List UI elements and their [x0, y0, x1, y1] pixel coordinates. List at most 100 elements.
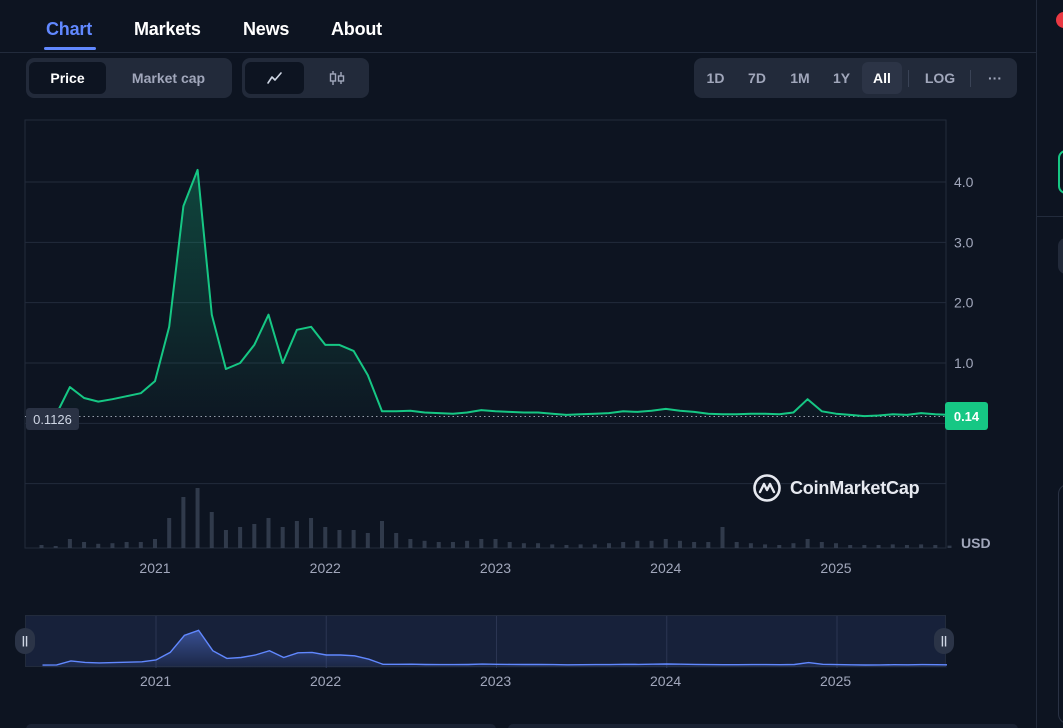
- price-point: [367, 374, 369, 376]
- volume-bar: [422, 540, 427, 548]
- volume-bar: [777, 545, 782, 548]
- volume-bar: [96, 543, 101, 548]
- price-point: [537, 411, 539, 414]
- price-point: [750, 412, 752, 415]
- volume-bar: [309, 518, 314, 548]
- x-tick-label: 2021: [139, 560, 170, 576]
- price-point: [324, 344, 327, 346]
- volume-bar: [39, 545, 44, 548]
- price-point: [352, 350, 355, 352]
- volume-bar: [578, 544, 583, 548]
- price-point: [636, 411, 639, 413]
- volume-bar: [252, 524, 257, 548]
- volume-bar: [848, 545, 853, 548]
- range-all-button[interactable]: All: [862, 62, 902, 94]
- volume-bar: [521, 543, 526, 548]
- price-point: [409, 409, 412, 412]
- volume-bar: [209, 512, 214, 548]
- price-chart[interactable]: 1.0 2.0 3.0 4.0 2021 2022 2023 2024 2025: [0, 100, 1036, 600]
- volume-bar: [238, 527, 243, 548]
- volume-bar: [380, 521, 384, 548]
- navigator-right-handle[interactable]: ||: [934, 628, 954, 654]
- line-chart-button[interactable]: [245, 62, 304, 94]
- avatar[interactable]: [1056, 12, 1063, 28]
- price-point: [849, 414, 851, 416]
- price-point: [565, 414, 568, 416]
- price-point: [920, 412, 922, 414]
- volume-bar: [280, 527, 285, 548]
- price-button[interactable]: Price: [29, 62, 106, 94]
- panel-card: [1058, 484, 1063, 724]
- volume-bar: [195, 488, 200, 548]
- range-7d-button[interactable]: 7D: [739, 62, 775, 94]
- volume-bar: [351, 530, 356, 548]
- volume-bar: [436, 542, 441, 548]
- panel-button[interactable]: [1058, 150, 1063, 194]
- y-tick-label: 4.0: [954, 174, 974, 190]
- tab-news[interactable]: News: [243, 19, 289, 40]
- range-1y-button[interactable]: 1Y: [825, 62, 858, 94]
- line-chart-icon: [266, 72, 282, 84]
- volume-bar: [181, 497, 186, 548]
- volume-bar: [720, 527, 725, 548]
- volume-bar: [138, 542, 143, 548]
- active-tab-indicator: [44, 47, 96, 50]
- price-chart-svg[interactable]: 1.0 2.0 3.0 4.0 2021 2022 2023 2024 2025: [0, 100, 1036, 600]
- range-1d-button[interactable]: 1D: [699, 62, 732, 94]
- range-1m-button[interactable]: 1M: [782, 62, 818, 94]
- watermark-text: CoinMarketCap: [790, 477, 920, 498]
- time-navigator[interactable]: [25, 615, 951, 668]
- tab-chart[interactable]: Chart: [46, 19, 92, 40]
- x-tick-label: 2023: [480, 560, 511, 576]
- price-point: [622, 410, 624, 413]
- price-point: [381, 410, 383, 413]
- volume-bar: [323, 527, 328, 548]
- x-tick-label: 2022: [310, 560, 341, 576]
- price-point: [97, 400, 100, 403]
- volume-bar: [110, 543, 115, 548]
- volume-bar: [67, 539, 72, 548]
- volume-bar: [805, 539, 810, 548]
- navigator-left-handle[interactable]: ||: [15, 628, 35, 654]
- currency-label: USD: [961, 535, 991, 551]
- tab-about[interactable]: About: [331, 19, 382, 40]
- price-point: [906, 414, 908, 416]
- candlestick-button[interactable]: [307, 62, 366, 94]
- volume-bar: [167, 518, 172, 548]
- navigator-year-label: 2022: [310, 673, 342, 689]
- price-point: [821, 410, 823, 413]
- open-price-badge: 0.1126: [26, 408, 79, 430]
- price-point: [466, 411, 468, 414]
- volume-bar: [266, 518, 271, 548]
- price-point: [83, 397, 85, 399]
- bottom-card: [26, 724, 496, 728]
- price-point: [125, 395, 128, 397]
- price-point: [877, 414, 880, 417]
- panel-button[interactable]: [1058, 238, 1063, 274]
- price-point: [154, 380, 156, 382]
- tab-bar: Chart Markets News About: [0, 0, 1036, 53]
- volume-bar: [493, 539, 498, 548]
- volume-bar: [734, 542, 739, 548]
- price-point: [707, 412, 710, 415]
- y-tick-label: 3.0: [954, 234, 974, 250]
- coinmarketcap-logo-icon: [753, 474, 781, 502]
- volume-bar: [663, 539, 668, 548]
- market-cap-button[interactable]: Market cap: [108, 62, 229, 94]
- volume-bar: [564, 545, 569, 548]
- range-selector: 1D 7D 1M 1Y All LOG ···: [694, 58, 1017, 98]
- volume-bar: [947, 545, 952, 548]
- price-point: [111, 398, 114, 401]
- more-options-button[interactable]: ···: [978, 62, 1012, 94]
- price-point: [721, 413, 724, 416]
- tab-markets[interactable]: Markets: [134, 19, 201, 40]
- price-point: [310, 326, 312, 328]
- volume-bar: [791, 543, 796, 548]
- price-point: [650, 409, 653, 412]
- bottom-card: [508, 724, 1018, 728]
- volume-bar: [465, 540, 470, 548]
- volume-bar: [294, 521, 299, 548]
- log-scale-button[interactable]: LOG: [916, 62, 964, 94]
- volume-bar: [706, 542, 711, 548]
- price-point: [225, 368, 227, 370]
